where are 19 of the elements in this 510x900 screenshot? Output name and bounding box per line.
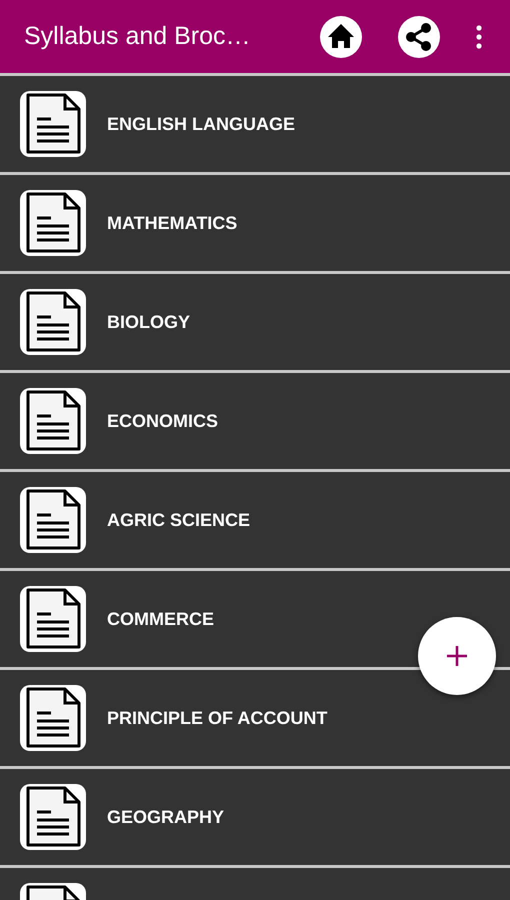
document-icon bbox=[19, 189, 87, 257]
home-icon[interactable] bbox=[319, 14, 363, 58]
subject-item[interactable]: AGRIC SCIENCE bbox=[0, 472, 510, 571]
subject-item[interactable]: MATHEMATICS bbox=[0, 175, 510, 274]
share-icon[interactable] bbox=[397, 14, 441, 58]
document-icon bbox=[19, 387, 87, 455]
document-icon bbox=[19, 288, 87, 356]
document-icon bbox=[19, 585, 87, 653]
plus-icon bbox=[446, 645, 468, 667]
document-icon bbox=[19, 783, 87, 851]
document-icon bbox=[19, 684, 87, 752]
more-options-icon[interactable] bbox=[475, 24, 483, 48]
subject-item[interactable]: GEOGRAPHY bbox=[0, 769, 510, 868]
document-icon bbox=[19, 486, 87, 554]
subject-item[interactable]: ENGLISH LANGUAGE bbox=[0, 76, 510, 175]
document-icon bbox=[19, 90, 87, 158]
subject-item[interactable]: BIOLOGY bbox=[0, 274, 510, 373]
subject-item[interactable]: ECONOMICS bbox=[0, 373, 510, 472]
app-title: Syllabus and Broc… bbox=[24, 22, 252, 51]
